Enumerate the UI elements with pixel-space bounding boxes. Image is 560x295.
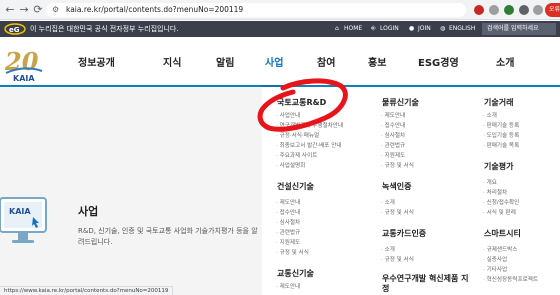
- svg-text:KAIA: KAIA: [9, 207, 31, 216]
- menu-item[interactable]: 규정 및 서식: [381, 256, 414, 264]
- menu-item[interactable]: 처리절차: [483, 189, 508, 197]
- menu-item[interactable]: 소개: [483, 112, 497, 120]
- svg-text:KAIA: KAIA: [13, 74, 35, 83]
- join-link[interactable]: ● JOIN: [409, 23, 431, 35]
- gnb-notice[interactable]: 알림: [216, 57, 234, 71]
- extension-icon[interactable]: [504, 5, 514, 15]
- gov-banner: eG 이 누리집은 대한민국 공식 전자정부 누리집입니다. ⌂ HOME ⎆ LO…: [0, 21, 560, 37]
- status-bar-url: https://www.kaia.re.kr/portal/contents.d…: [0, 286, 174, 295]
- menu-item[interactable]: 규정 및 서식: [381, 209, 414, 217]
- menu-heading-transport-card[interactable]: 교통카드인증: [382, 228, 426, 239]
- address-bar[interactable]: ⚙ kaia.re.kr/portal/contents.do?menuNo=2…: [46, 3, 466, 17]
- back-icon[interactable]: ←: [3, 3, 17, 17]
- site-info-icon[interactable]: ⚙: [52, 5, 61, 14]
- menu-item[interactable]: 접수안내: [381, 122, 406, 130]
- menu-item[interactable]: 최종보고서 발간·배포 안내: [276, 142, 342, 150]
- menu-heading-construction-tech[interactable]: 건설신기술: [277, 181, 314, 192]
- menu-item[interactable]: 소개: [381, 246, 395, 254]
- extension-icon[interactable]: [489, 5, 499, 15]
- login-link[interactable]: ⎆ LOGIN: [371, 23, 399, 35]
- gnb-participation[interactable]: 참여: [317, 57, 335, 71]
- login-icon: ⎆: [371, 25, 376, 32]
- extension-icon[interactable]: [474, 5, 484, 15]
- menu-item[interactable]: 혁신성장동력프로젝트: [483, 276, 538, 284]
- monitor-icon: KAIA: [0, 197, 47, 243]
- menu-heading-tech-evaluation[interactable]: 기술평가: [484, 161, 513, 172]
- section-title: 사업: [78, 205, 99, 218]
- eg-logo-icon: eG: [4, 23, 26, 35]
- menu-item[interactable]: 기타사업: [483, 266, 508, 274]
- svg-text:eG: eG: [9, 26, 20, 34]
- menu-item[interactable]: 심사절차: [276, 219, 301, 227]
- menu-item[interactable]: 규정 및 서식: [381, 162, 414, 170]
- browser-toolbar: ← → ⟳ ⚙ kaia.re.kr/portal/contents.do?me…: [0, 0, 560, 20]
- gov-notice: 이 누리집은 대한민국 공식 전자정부 누리집입니다.: [30, 25, 179, 33]
- menu-item[interactable]: 사업설명회: [276, 162, 306, 170]
- main-header: 20 KAIA 정보공개 지식 알림 사업 참여 홍보 ESG경영 소개: [0, 37, 560, 87]
- menu-item[interactable]: 주요과제 사이트: [276, 152, 318, 160]
- search-input[interactable]: 검색어를 입력하세요: [482, 23, 556, 35]
- menu-item[interactable]: 관련법규: [276, 229, 301, 237]
- menu-item[interactable]: 접수안내: [276, 209, 301, 217]
- gnb-about[interactable]: 소개: [496, 57, 514, 71]
- menu-heading-transport-tech[interactable]: 교통신기술: [277, 268, 314, 279]
- menu-item[interactable]: 제도안내: [381, 112, 406, 120]
- menu-item[interactable]: 판매기술 목록: [483, 142, 520, 150]
- menu-item[interactable]: 연구개발과제 수행절차안내: [276, 122, 344, 130]
- forward-icon[interactable]: →: [17, 3, 31, 17]
- url-text[interactable]: kaia.re.kr/portal/contents.do?menuNo=200…: [66, 4, 243, 16]
- menu-item[interactable]: 지원제도: [381, 152, 406, 160]
- menu-item[interactable]: 규정·서식·매뉴얼: [276, 132, 320, 140]
- home-icon: ⌂: [335, 25, 339, 32]
- kaia-20th-logo[interactable]: 20 KAIA: [4, 45, 44, 83]
- menu-item[interactable]: 서식 및 판례: [483, 209, 516, 217]
- menu-item[interactable]: 신청/접수확인: [483, 199, 520, 207]
- menu-heading-logistics-tech[interactable]: 물류신기술: [382, 97, 419, 108]
- menu-heading-rnd[interactable]: 국토교통R&D: [277, 97, 326, 108]
- menu-item[interactable]: 개요: [483, 179, 497, 187]
- english-link[interactable]: ◍ ENGLISH: [440, 23, 475, 35]
- error-badge[interactable]: 오류: [545, 3, 560, 17]
- globe-icon: ◍: [440, 25, 446, 32]
- menu-item[interactable]: 도입기술 등록: [483, 132, 520, 140]
- menu-item[interactable]: 심사절차: [381, 132, 406, 140]
- menu-item[interactable]: 소개: [381, 199, 395, 207]
- gnb-pr[interactable]: 홍보: [368, 57, 386, 71]
- menu-item[interactable]: 관련법규: [381, 142, 406, 150]
- gnb-business[interactable]: 사업: [265, 57, 283, 71]
- menu-heading-tech-trade[interactable]: 기술거래: [484, 97, 513, 108]
- menu-item[interactable]: 제도안내: [276, 199, 301, 207]
- avatar[interactable]: [533, 5, 543, 15]
- active-menu-indicator: [262, 85, 288, 87]
- gnb-esg[interactable]: ESG경영: [418, 57, 459, 71]
- reload-icon[interactable]: ⟳: [31, 3, 45, 17]
- user-icon: ●: [409, 25, 415, 32]
- menu-item[interactable]: 판매기술 등록: [483, 122, 520, 130]
- gnb-info-disclosure[interactable]: 정보공개: [78, 57, 115, 71]
- menu-item[interactable]: 사업안내: [276, 112, 301, 120]
- menu-item[interactable]: 규제샌드박스: [483, 246, 518, 254]
- home-link[interactable]: ⌂ HOME: [335, 23, 362, 35]
- section-description: R&D, 신기술, 인증 및 국토교통 사업화 기술가치평가 등을 알려드립니다…: [78, 227, 258, 246]
- menu-heading-green-cert[interactable]: 녹색인증: [382, 181, 411, 192]
- menu-heading-smart-city[interactable]: 스마트시티: [484, 228, 521, 239]
- menu-item[interactable]: 규정 및 서식: [276, 249, 309, 257]
- menu-item[interactable]: 실증사업: [483, 256, 508, 264]
- gnb-knowledge[interactable]: 지식: [163, 57, 181, 71]
- menu-item[interactable]: 지원제도: [276, 239, 301, 247]
- extensions-puzzle-icon[interactable]: [519, 5, 529, 15]
- menu-item[interactable]: 제도안내: [276, 283, 301, 291]
- menu-heading-innovative-product[interactable]: 우수연구개발 혁신제품 지정: [382, 274, 472, 294]
